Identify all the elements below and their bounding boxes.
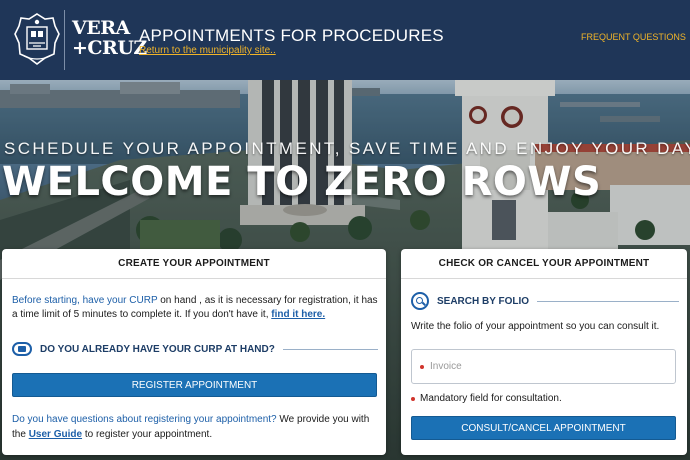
mandatory-field-text: Mandatory field for consultation. [420,393,562,404]
mandatory-field-note: Mandatory field for consultation. [411,393,562,404]
curp-instruction-highlight: Before starting, have your CURP [12,295,158,306]
hero-tagline: SCHEDULE YOUR APPOINTMENT, SAVE TIME AND… [4,139,690,158]
create-appointment-header: CREATE YOUR APPOINTMENT [2,249,386,279]
page-title: APPOINTMENTS FOR PROCEDURES [139,26,444,45]
logo-text-line2: +CRUZ [72,37,147,59]
user-guide-link[interactable]: User Guide [29,429,82,440]
frequent-questions-link[interactable]: FREQUENT QUESTIONS [581,32,686,42]
create-appointment-card: CREATE YOUR APPOINTMENT Before starting,… [2,249,386,455]
required-indicator [420,364,424,369]
return-municipality-link[interactable]: Return to the municipality site.. [139,45,276,56]
required-indicator [411,396,415,401]
consult-cancel-button[interactable]: CONSULT/CANCEL APPOINTMENT [411,416,676,440]
search-icon [411,292,429,310]
folio-input[interactable] [430,361,660,372]
hero-title: WELCOME TO ZERO ROWS [2,159,602,205]
folio-description: Write the folio of your appointment so y… [411,321,660,332]
section-divider [282,348,378,350]
search-by-folio-row: SEARCH BY FOLIO [411,291,679,311]
folio-input-wrapper[interactable] [411,349,676,384]
municipal-seal-icon[interactable] [14,12,60,66]
curp-instructions: Before starting, have your CURP on hand … [12,294,380,322]
user-guide-text: Do you have questions about registering … [12,412,382,442]
guide-text-end: to register your appointment. [82,429,213,440]
search-by-folio-label: SEARCH BY FOLIO [437,295,530,307]
logo-text-line1: VERA [72,17,130,39]
register-appointment-button[interactable]: REGISTER APPOINTMENT [12,373,377,397]
curp-question-label: DO YOU ALREADY HAVE YOUR CURP AT HAND? [40,343,275,355]
logo-divider [64,10,65,70]
veracruz-logo[interactable]: VERA +CRUZ [72,17,147,64]
guide-question: Do you have questions about registering … [12,414,277,425]
check-cancel-appointment-card: CHECK OR CANCEL YOUR APPOINTMENT SEARCH … [401,249,687,455]
top-header: VERA +CRUZ APPOINTMENTS FOR PROCEDURES R… [0,0,690,80]
check-cancel-header: CHECK OR CANCEL YOUR APPOINTMENT [401,249,687,279]
find-curp-link[interactable]: find it here. [271,309,325,320]
curp-question-row: DO YOU ALREADY HAVE YOUR CURP AT HAND? [12,341,378,357]
id-card-icon [12,342,32,356]
section-divider [537,300,679,302]
